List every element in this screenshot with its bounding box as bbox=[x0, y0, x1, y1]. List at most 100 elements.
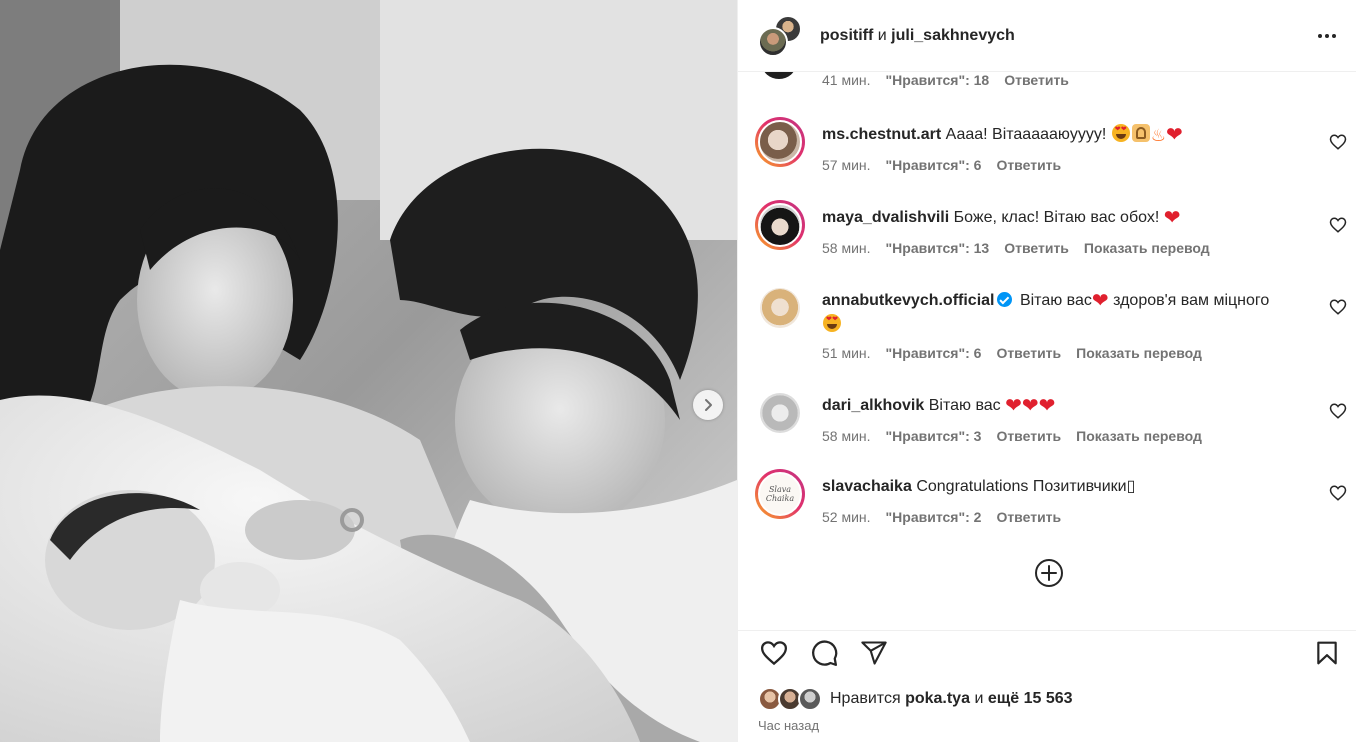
comment-username[interactable]: maya_dvalishvili bbox=[822, 209, 949, 226]
red-heart-emoji: ❤ bbox=[1005, 395, 1022, 417]
chevron-right-icon bbox=[705, 399, 712, 411]
comment-message: Боже, клас! Вітаю вас обох! bbox=[953, 209, 1160, 226]
praising-hands-emoji bbox=[1131, 124, 1150, 142]
comment-message-continued: здоров'я вам міцного bbox=[1108, 292, 1270, 309]
heart-eyes-emoji bbox=[1111, 124, 1130, 142]
likes-text: Нравится poka.tya и ещё 15 563 bbox=[830, 690, 1073, 708]
red-heart-emoji: ❤ bbox=[1021, 395, 1039, 417]
fire-emoji: ♨ bbox=[1150, 126, 1167, 145]
show-translation-button[interactable]: Показать перевод bbox=[1076, 428, 1202, 444]
avatar[interactable]: Slava Chaika bbox=[755, 469, 805, 519]
comment-time[interactable]: 58 мин. bbox=[822, 428, 871, 444]
heart-icon bbox=[760, 641, 788, 666]
comment-partial: 41 мин. "Нравится": 18 Ответить bbox=[738, 72, 1356, 91]
like-comment-heart-icon[interactable] bbox=[1329, 216, 1347, 234]
family-photo-image bbox=[0, 0, 737, 742]
likes-count[interactable]: ещё 15 563 bbox=[988, 690, 1073, 707]
comment-meta: 51 мин. "Нравится": 6 Ответить Показать … bbox=[822, 345, 1322, 361]
likes-prefix: Нравится bbox=[830, 690, 901, 707]
share-button[interactable] bbox=[858, 637, 890, 669]
reply-button[interactable]: Ответить bbox=[996, 509, 1061, 525]
comment-username[interactable]: annabutkevych.official bbox=[822, 292, 995, 309]
reply-button[interactable]: Ответить bbox=[1004, 240, 1069, 256]
comment-username[interactable]: slavachaika bbox=[822, 478, 912, 495]
avatar bbox=[758, 26, 788, 57]
heart-eyes-emoji bbox=[823, 314, 841, 332]
post-authors: positiff и juli_sakhnevych bbox=[820, 27, 1015, 45]
avatar[interactable] bbox=[755, 200, 805, 250]
next-photo-button[interactable] bbox=[693, 390, 723, 420]
post-actions bbox=[758, 637, 890, 669]
comment-icon bbox=[812, 640, 838, 666]
likers-avatars bbox=[758, 687, 824, 711]
post-footer: Нравится poka.tya и ещё 15 563 Час назад bbox=[738, 630, 1356, 742]
comment-time[interactable]: 41 мин. bbox=[822, 72, 871, 88]
save-button[interactable] bbox=[1311, 637, 1343, 669]
more-horizontal-icon bbox=[1318, 34, 1322, 38]
comments-list[interactable]: 41 мин. "Нравится": 18 Ответить ms.chest… bbox=[738, 72, 1356, 630]
avatar[interactable] bbox=[755, 117, 805, 167]
comment-text: ms.chestnut.art Аааа! Вітаааааюуууу! ♨❤ bbox=[822, 123, 1302, 147]
red-heart-emoji: ❤ bbox=[1163, 207, 1181, 229]
reply-button[interactable]: Ответить bbox=[996, 428, 1061, 444]
bookmark-icon bbox=[1317, 641, 1337, 665]
avatar[interactable] bbox=[755, 388, 805, 438]
avatar[interactable] bbox=[762, 72, 796, 79]
like-button[interactable] bbox=[758, 637, 790, 669]
comment-likes[interactable]: "Нравится": 13 bbox=[886, 240, 990, 256]
author-username-positiff[interactable]: positiff bbox=[820, 27, 873, 44]
like-comment-heart-icon[interactable] bbox=[1329, 402, 1347, 420]
like-comment-heart-icon[interactable] bbox=[1329, 484, 1347, 502]
liker-username[interactable]: poka.tya bbox=[905, 690, 970, 707]
comment-likes[interactable]: "Нравится": 3 bbox=[886, 428, 982, 444]
comment-likes[interactable]: "Нравится": 18 bbox=[886, 72, 990, 88]
show-translation-button[interactable]: Показать перевод bbox=[1076, 345, 1202, 361]
comment-meta: 58 мин. "Нравится": 13 Ответить Показать… bbox=[822, 240, 1302, 256]
comment-meta: 52 мин. "Нравится": 2 Ответить bbox=[822, 509, 1302, 525]
likes-summary[interactable]: Нравится poka.tya и ещё 15 563 bbox=[758, 687, 1073, 711]
comment-likes[interactable]: "Нравится": 2 bbox=[886, 509, 982, 525]
show-translation-button[interactable]: Показать перевод bbox=[1084, 240, 1210, 256]
comment-likes[interactable]: "Нравится": 6 bbox=[886, 345, 982, 361]
author-username-juli[interactable]: juli_sakhnevych bbox=[891, 27, 1015, 44]
more-options-button[interactable] bbox=[1315, 24, 1339, 48]
collab-avatars[interactable] bbox=[758, 14, 802, 57]
authors-conjunction: и bbox=[877, 26, 887, 44]
comment-time[interactable]: 52 мин. bbox=[822, 509, 871, 525]
red-heart-emoji: ❤ bbox=[1166, 124, 1183, 146]
comment-button[interactable] bbox=[808, 637, 840, 669]
avatar[interactable] bbox=[755, 283, 805, 333]
red-heart-emoji: ❤ bbox=[1038, 395, 1056, 417]
reply-button[interactable]: Ответить bbox=[1004, 72, 1069, 88]
comment-text: slavachaika Congratulations Позитивчики▯ bbox=[822, 475, 1302, 499]
comment-text: annabutkevych.official Вітаю вас❤ здоров… bbox=[822, 289, 1322, 337]
plus-circle-icon[interactable] bbox=[1034, 558, 1064, 588]
post-photo[interactable] bbox=[0, 0, 737, 742]
like-comment-heart-icon[interactable] bbox=[1329, 133, 1347, 151]
reply-button[interactable]: Ответить bbox=[996, 157, 1061, 173]
comment-likes[interactable]: "Нравится": 6 bbox=[886, 157, 982, 173]
comment-time[interactable]: 58 мин. bbox=[822, 240, 871, 256]
comment-message: Аааа! Вітаааааюуууу! bbox=[945, 126, 1107, 143]
likes-and: и bbox=[974, 690, 984, 707]
reply-button[interactable]: Ответить bbox=[996, 345, 1061, 361]
avatar bbox=[798, 687, 822, 711]
comment-text: dari_alkhovik Вітаю вас ❤❤❤ bbox=[822, 394, 1302, 418]
comment-message: Congratulations Позитивчики bbox=[916, 478, 1127, 495]
comment-time[interactable]: 51 мин. bbox=[822, 345, 871, 361]
comment-username[interactable]: dari_alkhovik bbox=[822, 397, 924, 414]
comment-text: maya_dvalishvili Боже, клас! Вітаю вас о… bbox=[822, 206, 1302, 230]
comment-meta: 57 мин. "Нравится": 6 Ответить bbox=[822, 157, 1302, 173]
comment-username[interactable]: ms.chestnut.art bbox=[822, 126, 941, 143]
comment-message: Вітаю вас bbox=[1019, 292, 1092, 309]
red-heart-emoji: ❤ bbox=[1091, 290, 1109, 312]
unsupported-glyph: ▯ bbox=[1126, 478, 1136, 495]
post-header: positiff и juli_sakhnevych bbox=[738, 0, 1356, 72]
share-icon bbox=[861, 641, 887, 665]
post-time[interactable]: Час назад bbox=[758, 718, 819, 733]
comment-message: Вітаю вас bbox=[928, 397, 1001, 414]
comment-meta: 58 мин. "Нравится": 3 Ответить Показать … bbox=[822, 428, 1302, 444]
post-side-panel: positiff и juli_sakhnevych 41 мин. "Нрав… bbox=[737, 0, 1356, 742]
like-comment-heart-icon[interactable] bbox=[1329, 298, 1347, 316]
comment-time[interactable]: 57 мин. bbox=[822, 157, 871, 173]
